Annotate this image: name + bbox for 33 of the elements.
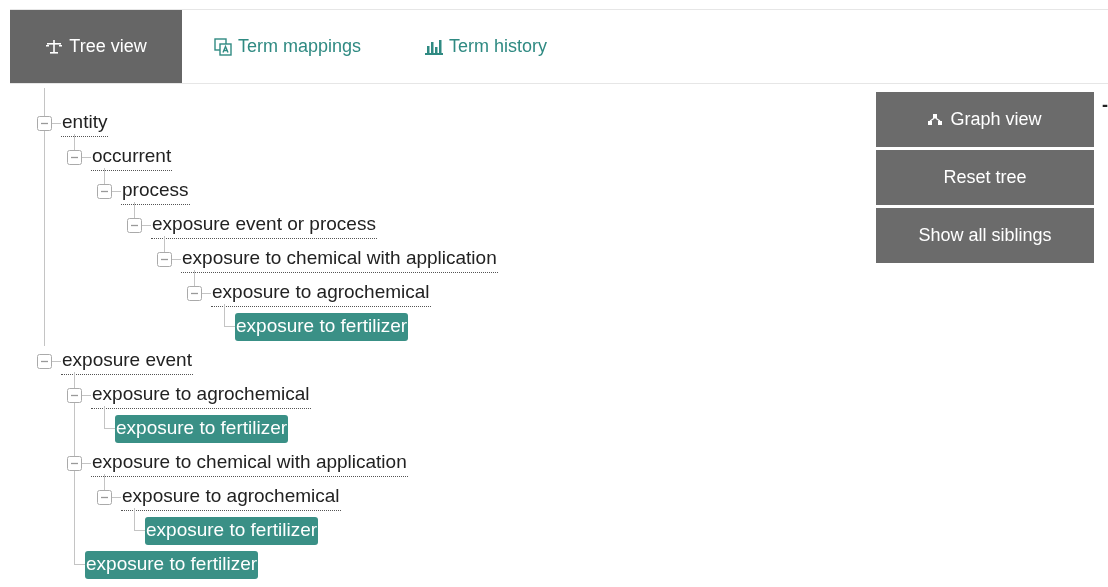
collapse-icon[interactable] (97, 183, 112, 199)
tree-node[interactable]: exposure to chemical with application (181, 245, 498, 273)
scale-icon (45, 39, 64, 54)
collapse-icon[interactable] (127, 217, 142, 233)
tree-node[interactable]: exposure to chemical with application (91, 449, 408, 477)
bar-chart-icon (425, 38, 444, 55)
hierarchy-icon (928, 114, 943, 125)
tree-node[interactable]: exposure to fertilizer (115, 415, 289, 443)
collapse-icon[interactable] (67, 387, 82, 403)
tree-node[interactable]: exposure to fertilizer (85, 551, 259, 579)
collapse-icon[interactable] (37, 115, 52, 131)
tab[interactable]: Tree view (10, 10, 182, 83)
tree-node[interactable]: entity (61, 109, 109, 137)
tree-node[interactable]: exposure to agrochemical (211, 279, 431, 307)
collapse-icon[interactable] (97, 489, 112, 505)
collapse-icon[interactable] (187, 285, 202, 301)
tree-node[interactable]: exposure to fertilizer (145, 517, 319, 545)
tree-node[interactable]: exposure to agrochemical (121, 483, 341, 511)
tree-node[interactable]: exposure to fertilizer (235, 313, 409, 341)
reset-button[interactable]: Reset tree (876, 150, 1094, 205)
tree-node[interactable]: exposure event (61, 347, 193, 375)
collapse-icon[interactable] (157, 251, 172, 267)
mapping-icon (214, 37, 232, 56)
siblings-button[interactable]: Show all siblings (876, 208, 1094, 263)
graph-view-button[interactable]: Graph view (876, 92, 1094, 147)
tree-node[interactable]: process (121, 177, 190, 205)
collapse-icon[interactable] (67, 455, 82, 471)
dash-mark: - (1102, 96, 1108, 114)
collapse-icon[interactable] (37, 353, 52, 369)
tree-node[interactable]: occurrent (91, 143, 173, 171)
tree-node[interactable]: exposure to agrochemical (91, 381, 311, 409)
tree-node[interactable]: exposure event or process (151, 211, 377, 239)
collapse-icon[interactable] (67, 149, 82, 165)
